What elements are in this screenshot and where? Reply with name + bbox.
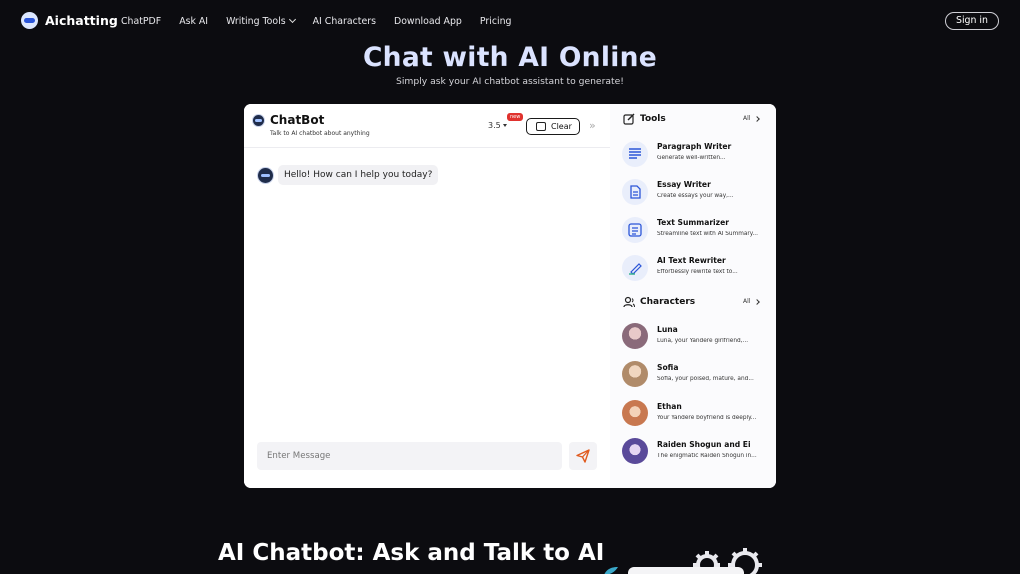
caret-down-icon[interactable] <box>503 124 507 127</box>
pen-rewrite-icon <box>622 255 648 281</box>
avatar <box>622 400 648 426</box>
nav-links: ChatPDF Ask AI Writing Tools AI Characte… <box>121 15 529 27</box>
greeting-message: Hello! How can I help you today? <box>278 165 439 185</box>
nav-link-download-app[interactable]: Download App <box>394 16 462 27</box>
tool-desc: Generate well-written... <box>657 155 726 161</box>
tools-title: Tools <box>640 114 666 124</box>
sidebar: Tools All Paragraph Writer Generate well… <box>610 104 776 488</box>
chat-panel: ChatBot Talk to AI chatbot about anythin… <box>244 104 776 488</box>
tool-item-text-summarizer[interactable]: Text Summarizer Streamline text with AI … <box>622 214 772 246</box>
tool-name: AI Text Rewriter <box>657 256 726 265</box>
character-desc: Luna, your Yandere girlfriend,... <box>657 338 749 344</box>
clear-button[interactable]: Clear <box>526 118 580 135</box>
new-badge: new <box>507 113 524 121</box>
clear-button-label: Clear <box>551 122 572 131</box>
characters-header: Characters All <box>610 292 776 312</box>
laptop-illustration <box>628 567 744 574</box>
model-selector[interactable]: 3.5 <box>488 121 501 130</box>
chat-subtitle: Talk to AI chatbot about anything <box>270 130 370 137</box>
tool-name: Essay Writer <box>657 180 711 189</box>
nav-link-chatpdf[interactable]: ChatPDF <box>121 16 161 27</box>
robot-icon <box>252 114 265 127</box>
nav-link-writing-tools[interactable]: Writing Tools <box>226 15 296 27</box>
tools-all-link[interactable]: All <box>743 115 750 122</box>
hero-title: Chat with AI Online <box>362 42 658 73</box>
tool-desc: Create essays your way,... <box>657 193 734 199</box>
brand[interactable]: Aichatting <box>21 12 118 29</box>
section-title: AI Chatbot: Ask and Talk to AI <box>218 540 605 566</box>
edit-icon <box>623 113 635 125</box>
paragraph-icon <box>622 141 648 167</box>
users-icon <box>623 296 635 308</box>
robot-logo-icon <box>21 12 38 29</box>
message-input[interactable] <box>257 442 562 470</box>
brand-name: Aichatting <box>45 13 118 28</box>
characters-all-link[interactable]: All <box>743 298 750 305</box>
hero-subtitle: Simply ask your AI chatbot assistant to … <box>396 76 624 87</box>
character-item-ethan[interactable]: Ethan Your Yandere boyfriend is deeply..… <box>622 398 772 430</box>
collapse-double-chevron-icon[interactable]: » <box>589 119 596 132</box>
chat-title: ChatBot <box>270 113 325 127</box>
leaf-decoration-icon <box>604 567 618 574</box>
chat-header: ChatBot Talk to AI chatbot about anythin… <box>244 104 610 148</box>
avatar <box>622 438 648 464</box>
chevron-right-icon[interactable] <box>754 299 760 305</box>
send-icon <box>576 449 590 463</box>
character-item-luna[interactable]: Luna Luna, your Yandere girlfriend,... <box>622 321 772 353</box>
tool-item-paragraph-writer[interactable]: Paragraph Writer Generate well-written..… <box>622 138 772 170</box>
nav-link-pricing[interactable]: Pricing <box>480 16 512 27</box>
chevron-right-icon[interactable] <box>754 116 760 122</box>
send-button[interactable] <box>569 442 597 470</box>
tool-desc: Streamline text with AI Summary... <box>657 231 758 237</box>
character-name: Sofia <box>657 363 679 372</box>
tool-name: Text Summarizer <box>657 218 729 227</box>
character-item-raiden-shogun[interactable]: Raiden Shogun and Ei The enigmatic Raide… <box>622 436 772 468</box>
character-desc: Sofia, your poised, mature, and... <box>657 376 754 382</box>
bot-message: Hello! How can I help you today? <box>257 165 439 185</box>
summary-list-icon <box>622 217 648 243</box>
tools-header: Tools All <box>610 109 776 129</box>
chatbot-area: ChatBot Talk to AI chatbot about anythin… <box>244 104 610 488</box>
nav-link-writing-tools-label: Writing Tools <box>226 16 286 27</box>
character-name: Ethan <box>657 402 682 411</box>
tool-name: Paragraph Writer <box>657 142 732 151</box>
character-name: Raiden Shogun and Ei <box>657 440 751 449</box>
nav-link-ai-characters[interactable]: AI Characters <box>313 16 376 27</box>
character-item-sofia[interactable]: Sofia Sofia, your poised, mature, and... <box>622 359 772 391</box>
avatar <box>622 323 648 349</box>
top-nav: Aichatting ChatPDF Ask AI Writing Tools … <box>0 0 1020 44</box>
nav-link-ask-ai[interactable]: Ask AI <box>179 16 208 27</box>
character-desc: Your Yandere boyfriend is deeply... <box>657 415 757 421</box>
tool-item-ai-text-rewriter[interactable]: AI Text Rewriter Effortlessly rewrite te… <box>622 252 772 284</box>
chevron-down-icon <box>288 15 296 24</box>
avatar <box>622 361 648 387</box>
robot-avatar-icon <box>257 166 274 184</box>
clear-chat-icon <box>536 122 546 131</box>
document-icon <box>622 179 648 205</box>
character-desc: The enigmatic Raiden Shogun in... <box>657 453 757 459</box>
sign-in-button[interactable]: Sign in <box>945 12 999 30</box>
character-name: Luna <box>657 325 678 334</box>
characters-title: Characters <box>640 297 696 307</box>
tool-desc: Effortlessly rewrite text to... <box>657 269 738 275</box>
tool-item-essay-writer[interactable]: Essay Writer Create essays your way,... <box>622 176 772 208</box>
